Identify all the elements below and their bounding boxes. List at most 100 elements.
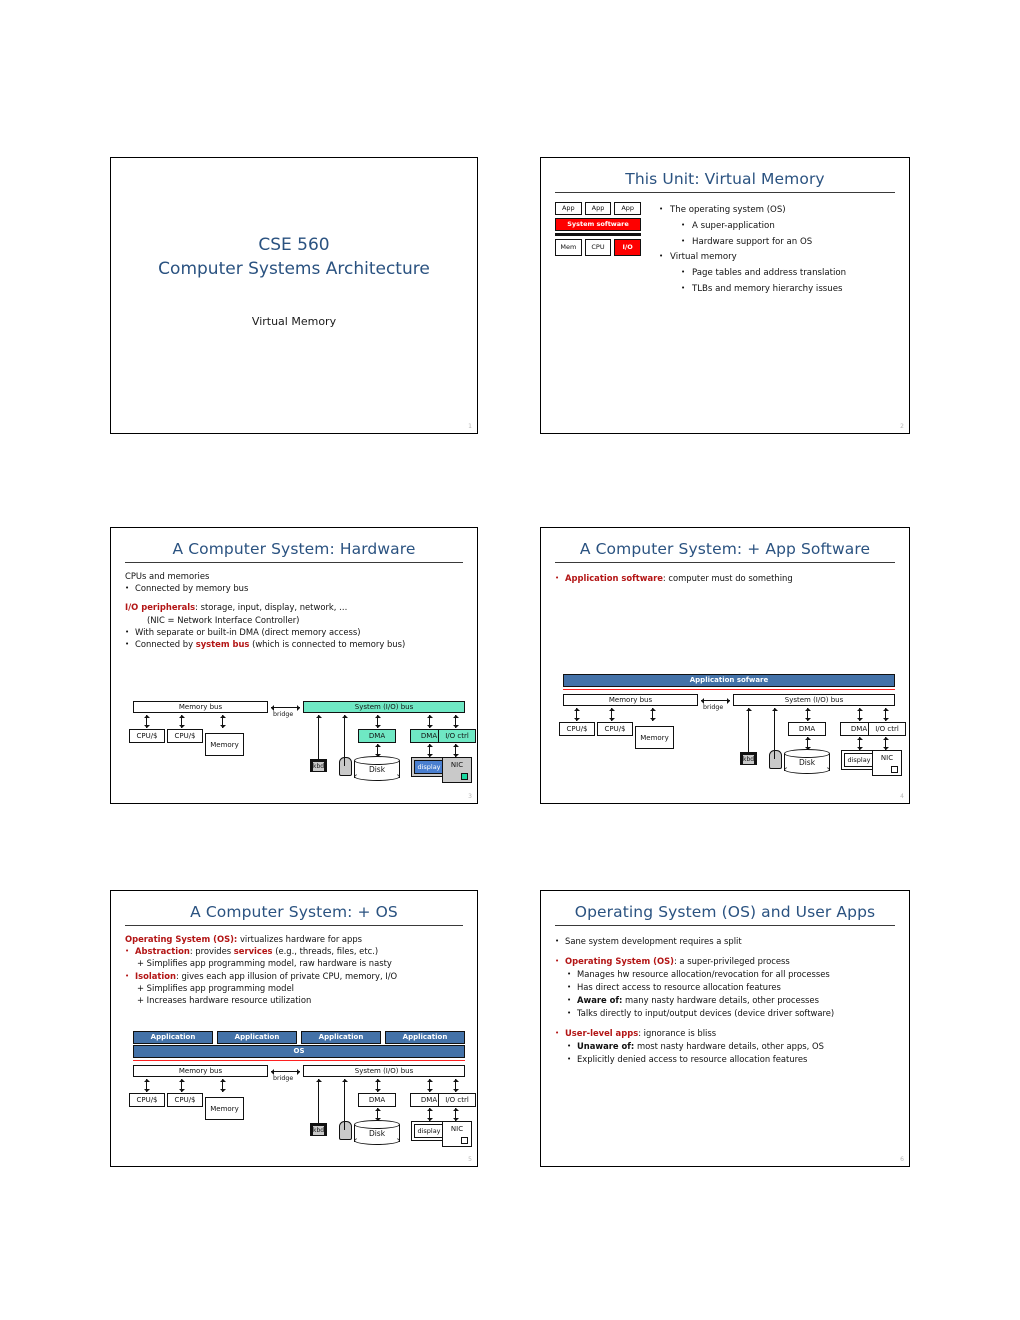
slide-4-body: Application software: computer must do s… (555, 572, 899, 584)
mem-box: Mem (555, 238, 582, 256)
text-line: With separate or built-in DMA (direct me… (125, 626, 467, 638)
keyboard-label: kbd (312, 761, 325, 772)
connector (143, 1079, 150, 1092)
connector (219, 1079, 226, 1092)
nic-label: NIC (880, 754, 894, 762)
connector (452, 744, 459, 757)
slide-2-this-unit: This Unit: Virtual Memory App App App Sy… (540, 157, 910, 434)
application-box: Application (385, 1031, 465, 1044)
dma-box: DMA (358, 729, 396, 743)
text-line: + Simplifies app programming model (137, 982, 294, 993)
slide-number: 3 (468, 793, 472, 800)
cpu-box: CPU/$ (167, 1093, 203, 1107)
cpu-box: CPU/$ (129, 1093, 165, 1107)
text-line: Aware of: many nasty hardware details, o… (555, 994, 899, 1007)
keyboard-icon: kbd (310, 759, 327, 772)
disk-top (784, 749, 830, 758)
title-rule (125, 562, 463, 563)
bridge-label: bridge (273, 1075, 294, 1082)
text-line: Talks directly to input/output devices (… (555, 1007, 899, 1020)
disk-top (354, 756, 400, 765)
disk-icon: Disk (354, 756, 400, 782)
keyboard-icon: kbd (310, 1123, 327, 1136)
connector (649, 708, 656, 721)
connector (452, 1079, 459, 1092)
text-line: Sane system development requires a split (555, 935, 899, 948)
privilege-boundary-line (563, 689, 895, 691)
slide-title: Operating System (OS) and User Apps (574, 903, 876, 921)
bridge-label: bridge (273, 711, 294, 718)
slide-1-cover: CSE 560 Computer Systems Architecture Vi… (110, 157, 478, 434)
hardware-row: Mem CPU I/O (555, 238, 642, 256)
cpu-box: CPU/$ (597, 722, 633, 736)
cpu-box: CPU/$ (167, 729, 203, 743)
system-stack-diagram: App App App System software Mem CPU I/O (555, 202, 642, 256)
io-ctrl-box: I/O ctrl (438, 1093, 476, 1107)
text-line: Isolation: gives each app illusion of pr… (125, 970, 467, 982)
display-label: display (844, 753, 874, 767)
slide-title: This Unit: Virtual Memory (625, 170, 825, 188)
disk-label: Disk (798, 758, 816, 767)
text-line: User-level apps: ignorance is bliss (555, 1027, 899, 1040)
privilege-boundary-line (133, 1060, 465, 1062)
connector (452, 1108, 459, 1121)
title-rule (555, 925, 895, 926)
bullet: Hardware support for an OS (659, 234, 901, 250)
title-rule (555, 562, 895, 563)
memory-bus: Memory bus (133, 1065, 268, 1077)
dma-box: DMA (788, 722, 826, 736)
slide-number: 5 (468, 1156, 472, 1163)
connector (856, 708, 863, 721)
connector (219, 715, 226, 728)
keyboard-icon: kbd (740, 752, 757, 765)
text-line: Has direct access to resource allocation… (555, 981, 899, 994)
display-label: display (414, 1124, 444, 1138)
memory-box: Memory (205, 733, 244, 756)
connector (882, 737, 889, 750)
text-line: Operating System (OS): a super-privilege… (555, 955, 899, 968)
deck-subtitle: Virtual Memory (251, 315, 337, 328)
text-line: Operating System (OS): virtualizes hardw… (125, 934, 363, 944)
memory-bus: Memory bus (133, 701, 268, 713)
nic-label: NIC (450, 761, 464, 769)
slide-3-body: CPUs and memories Connected by memory bu… (125, 570, 467, 650)
bullet: Virtual memory (659, 249, 901, 265)
slide-number: 2 (900, 423, 904, 430)
connector (178, 715, 185, 728)
io-ctrl-box: I/O ctrl (868, 722, 906, 736)
text-line: Explicitly denied access to resource all… (555, 1053, 899, 1066)
connector (452, 715, 459, 728)
bridge-label: bridge (703, 704, 724, 711)
slide-5-os: A Computer System: + OS Operating System… (110, 890, 478, 1167)
slide-2-bullets: The operating system (OS) A super-applic… (659, 202, 901, 297)
slide-number: 4 (900, 793, 904, 800)
connector (426, 715, 433, 728)
text-line: Unaware of: most nasty hardware details,… (555, 1040, 899, 1053)
hardware-diagram: Application Application Application Appl… (125, 1031, 476, 1161)
keyboard-label: kbd (312, 1125, 325, 1136)
connector (608, 708, 615, 721)
disk-top (354, 1120, 400, 1129)
bullet: A super-application (659, 218, 901, 234)
slide-6-os-user-apps: Operating System (OS) and User Apps Sane… (540, 890, 910, 1167)
hardware-diagram: Application sofware Memory bus bridge Sy… (555, 674, 906, 794)
system-bus: System (I/O) bus (303, 1065, 465, 1077)
slide-number: 1 (468, 423, 472, 430)
mouse-icon (339, 757, 352, 776)
app-box: App (614, 202, 642, 215)
title-rule (125, 925, 463, 926)
title-rule (555, 192, 895, 193)
memory-box: Memory (635, 726, 674, 749)
stack-divider (555, 233, 641, 236)
hardware-diagram: Memory bus bridge System (I/O) bus CPU/$… (125, 694, 476, 794)
connector (426, 744, 433, 757)
slide-title: A Computer System: + OS (190, 903, 398, 921)
application-box: Application (301, 1031, 381, 1044)
app-box: App (584, 202, 612, 215)
disk-icon: Disk (354, 1120, 400, 1146)
memory-bus: Memory bus (563, 694, 698, 706)
dma-box: DMA (358, 1093, 396, 1107)
cpu-box: CPU (584, 238, 612, 256)
cover-title: CSE 560 Computer Systems Architecture (111, 233, 477, 281)
